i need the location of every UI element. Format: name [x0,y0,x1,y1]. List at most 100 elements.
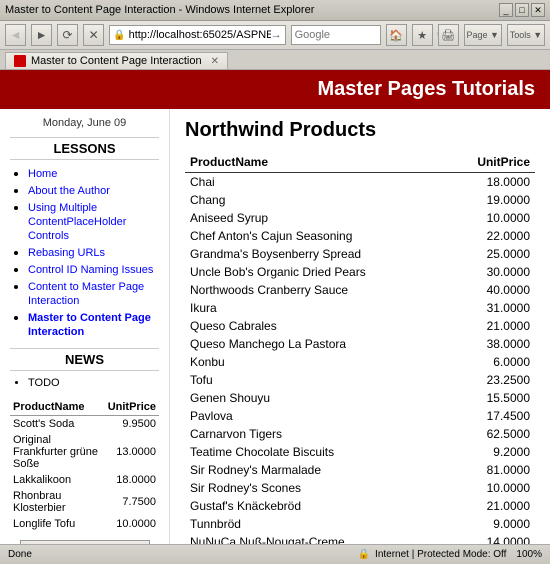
news-title: NEWS [10,348,159,371]
table-row: Aniseed Syrup 10.0000 [185,209,535,227]
mini-product-price: 10.0000 [105,516,159,532]
mini-table-row: Scott's Soda 9.9500 [10,416,159,433]
address-input[interactable] [129,29,271,41]
list-item: Using Multiple ContentPlaceHolder Contro… [28,200,159,242]
nav-link-home[interactable]: Home [28,168,57,180]
content-title: Northwind Products [185,119,535,142]
product-name: Ikura [185,299,447,317]
window-controls[interactable]: _ □ ✕ [499,3,545,17]
nav-link-content-to-master[interactable]: Content to Master Page Interaction [28,281,144,307]
page-wrapper: Master Pages Tutorials Monday, June 09 L… [0,70,550,544]
product-name: Uncle Bob's Organic Dried Pears [185,263,447,281]
product-name: Tunnbröd [185,515,447,533]
mini-product-name: Original Frankfurter grüne Soße [10,432,105,472]
nav-link-rebasing[interactable]: Rebasing URLs [28,247,105,259]
product-name: Tofu [185,371,447,389]
product-price: 81.0000 [447,461,535,479]
home-button[interactable]: 🏠 [386,24,407,46]
mini-product-price: 13.0000 [105,432,159,472]
mini-products-table: ProductName UnitPrice Scott's Soda 9.950… [10,399,159,532]
tab-close-icon[interactable]: ✕ [211,56,219,67]
stop-button[interactable]: ✕ [83,24,104,46]
product-name: Aniseed Syrup [185,209,447,227]
products-table: ProductName UnitPrice Chai 18.0000 Chang… [185,152,535,544]
product-price: 6.0000 [447,353,535,371]
nav-link-master-to-content[interactable]: Master to Content Page Interaction [28,312,151,338]
table-row: Northwoods Cranberry Sauce 40.0000 [185,281,535,299]
nav-link-author[interactable]: About the Author [28,185,110,197]
product-name: Pavlova [185,407,447,425]
product-price: 14.0000 [447,533,535,544]
tab-favicon [14,55,26,67]
content-area: Northwind Products ProductName UnitPrice… [170,109,550,544]
products-table-header: ProductName UnitPrice [185,152,535,173]
product-price: 18.0000 [447,173,535,192]
table-row: Tunnbröd 9.0000 [185,515,535,533]
product-price: 62.5000 [447,425,535,443]
product-name: Sir Rodney's Scones [185,479,447,497]
print-button[interactable]: 🖨 [438,24,459,46]
address-bar[interactable]: 🔒 → [109,25,285,45]
product-name: Konbu [185,353,447,371]
table-row: Chai 18.0000 [185,173,535,192]
table-row: Sir Rodney's Marmalade 81.0000 [185,461,535,479]
tools-menu-button[interactable]: Tools ▼ [507,24,545,46]
table-row: NuNuCa Nuß-Nougat-Creme 14.0000 [185,533,535,544]
site-title: Master Pages Tutorials [318,78,535,100]
product-price: 10.0000 [447,479,535,497]
active-tab[interactable]: Master to Content Page Interaction ✕ [5,52,228,69]
product-price: 9.0000 [447,515,535,533]
product-price: 40.0000 [447,281,535,299]
refresh-button[interactable]: ⟳ [57,24,78,46]
table-row: Genen Shouyu 15.5000 [185,389,535,407]
product-price: 38.0000 [447,335,535,353]
list-item: Rebasing URLs [28,245,159,259]
double-product-prices-button[interactable]: Double Product Prices [20,540,150,544]
list-item: Content to Master Page Interaction [28,279,159,307]
mini-product-price: 7.7500 [105,488,159,516]
table-row: Pavlova 17.4500 [185,407,535,425]
forward-button[interactable]: ► [31,24,52,46]
close-button[interactable]: ✕ [531,3,545,17]
nav-list: Home About the Author Using Multiple Con… [10,166,159,338]
sidebar-nav: Home About the Author Using Multiple Con… [10,166,159,338]
page-menu-button[interactable]: Page ▼ [464,24,502,46]
search-bar[interactable]: 🔍 [291,25,381,45]
nav-link-controlid[interactable]: Control ID Naming Issues [28,264,153,276]
browser-title: Master to Content Page Interaction - Win… [5,4,314,16]
product-price: 19.0000 [447,191,535,209]
table-row: Queso Cabrales 21.0000 [185,317,535,335]
status-bar-right: 🔒 Internet | Protected Mode: Off 100% [358,549,542,560]
mini-product-price: 9.9500 [105,416,159,433]
mini-col-unitprice: UnitPrice [105,399,159,416]
table-row: Queso Manchego La Pastora 38.0000 [185,335,535,353]
product-name: Teatime Chocolate Biscuits [185,443,447,461]
restore-button[interactable]: □ [515,3,529,17]
mini-col-productname: ProductName [10,399,105,416]
status-text: Done [8,549,32,560]
browser-titlebar: Master to Content Page Interaction - Win… [0,0,550,21]
back-button[interactable]: ◄ [5,24,26,46]
main-layout: Monday, June 09 LESSONS Home About the A… [0,109,550,544]
table-row: Gustaf's Knäckebröd 21.0000 [185,497,535,515]
product-price: 10.0000 [447,209,535,227]
product-price: 15.5000 [447,389,535,407]
product-name: Grandma's Boysenberry Spread [185,245,447,263]
go-button[interactable]: → [271,29,282,41]
sidebar: Monday, June 09 LESSONS Home About the A… [0,109,170,544]
product-name: Chai [185,173,447,192]
mini-table-row: Longlife Tofu 10.0000 [10,516,159,532]
mini-table-row: Rhonbrau Klosterbier 7.7500 [10,488,159,516]
table-row: Uncle Bob's Organic Dried Pears 30.0000 [185,263,535,281]
table-row: Tofu 23.2500 [185,371,535,389]
sidebar-news: TODO [10,377,159,389]
product-name: Sir Rodney's Marmalade [185,461,447,479]
list-item: Control ID Naming Issues [28,262,159,276]
nav-link-multiple[interactable]: Using Multiple ContentPlaceHolder Contro… [28,202,126,242]
product-price: 17.4500 [447,407,535,425]
product-name: Genen Shouyu [185,389,447,407]
product-name: Chef Anton's Cajun Seasoning [185,227,447,245]
sidebar-date: Monday, June 09 [10,117,159,129]
minimize-button[interactable]: _ [499,3,513,17]
favorites-button[interactable]: ★ [412,24,433,46]
